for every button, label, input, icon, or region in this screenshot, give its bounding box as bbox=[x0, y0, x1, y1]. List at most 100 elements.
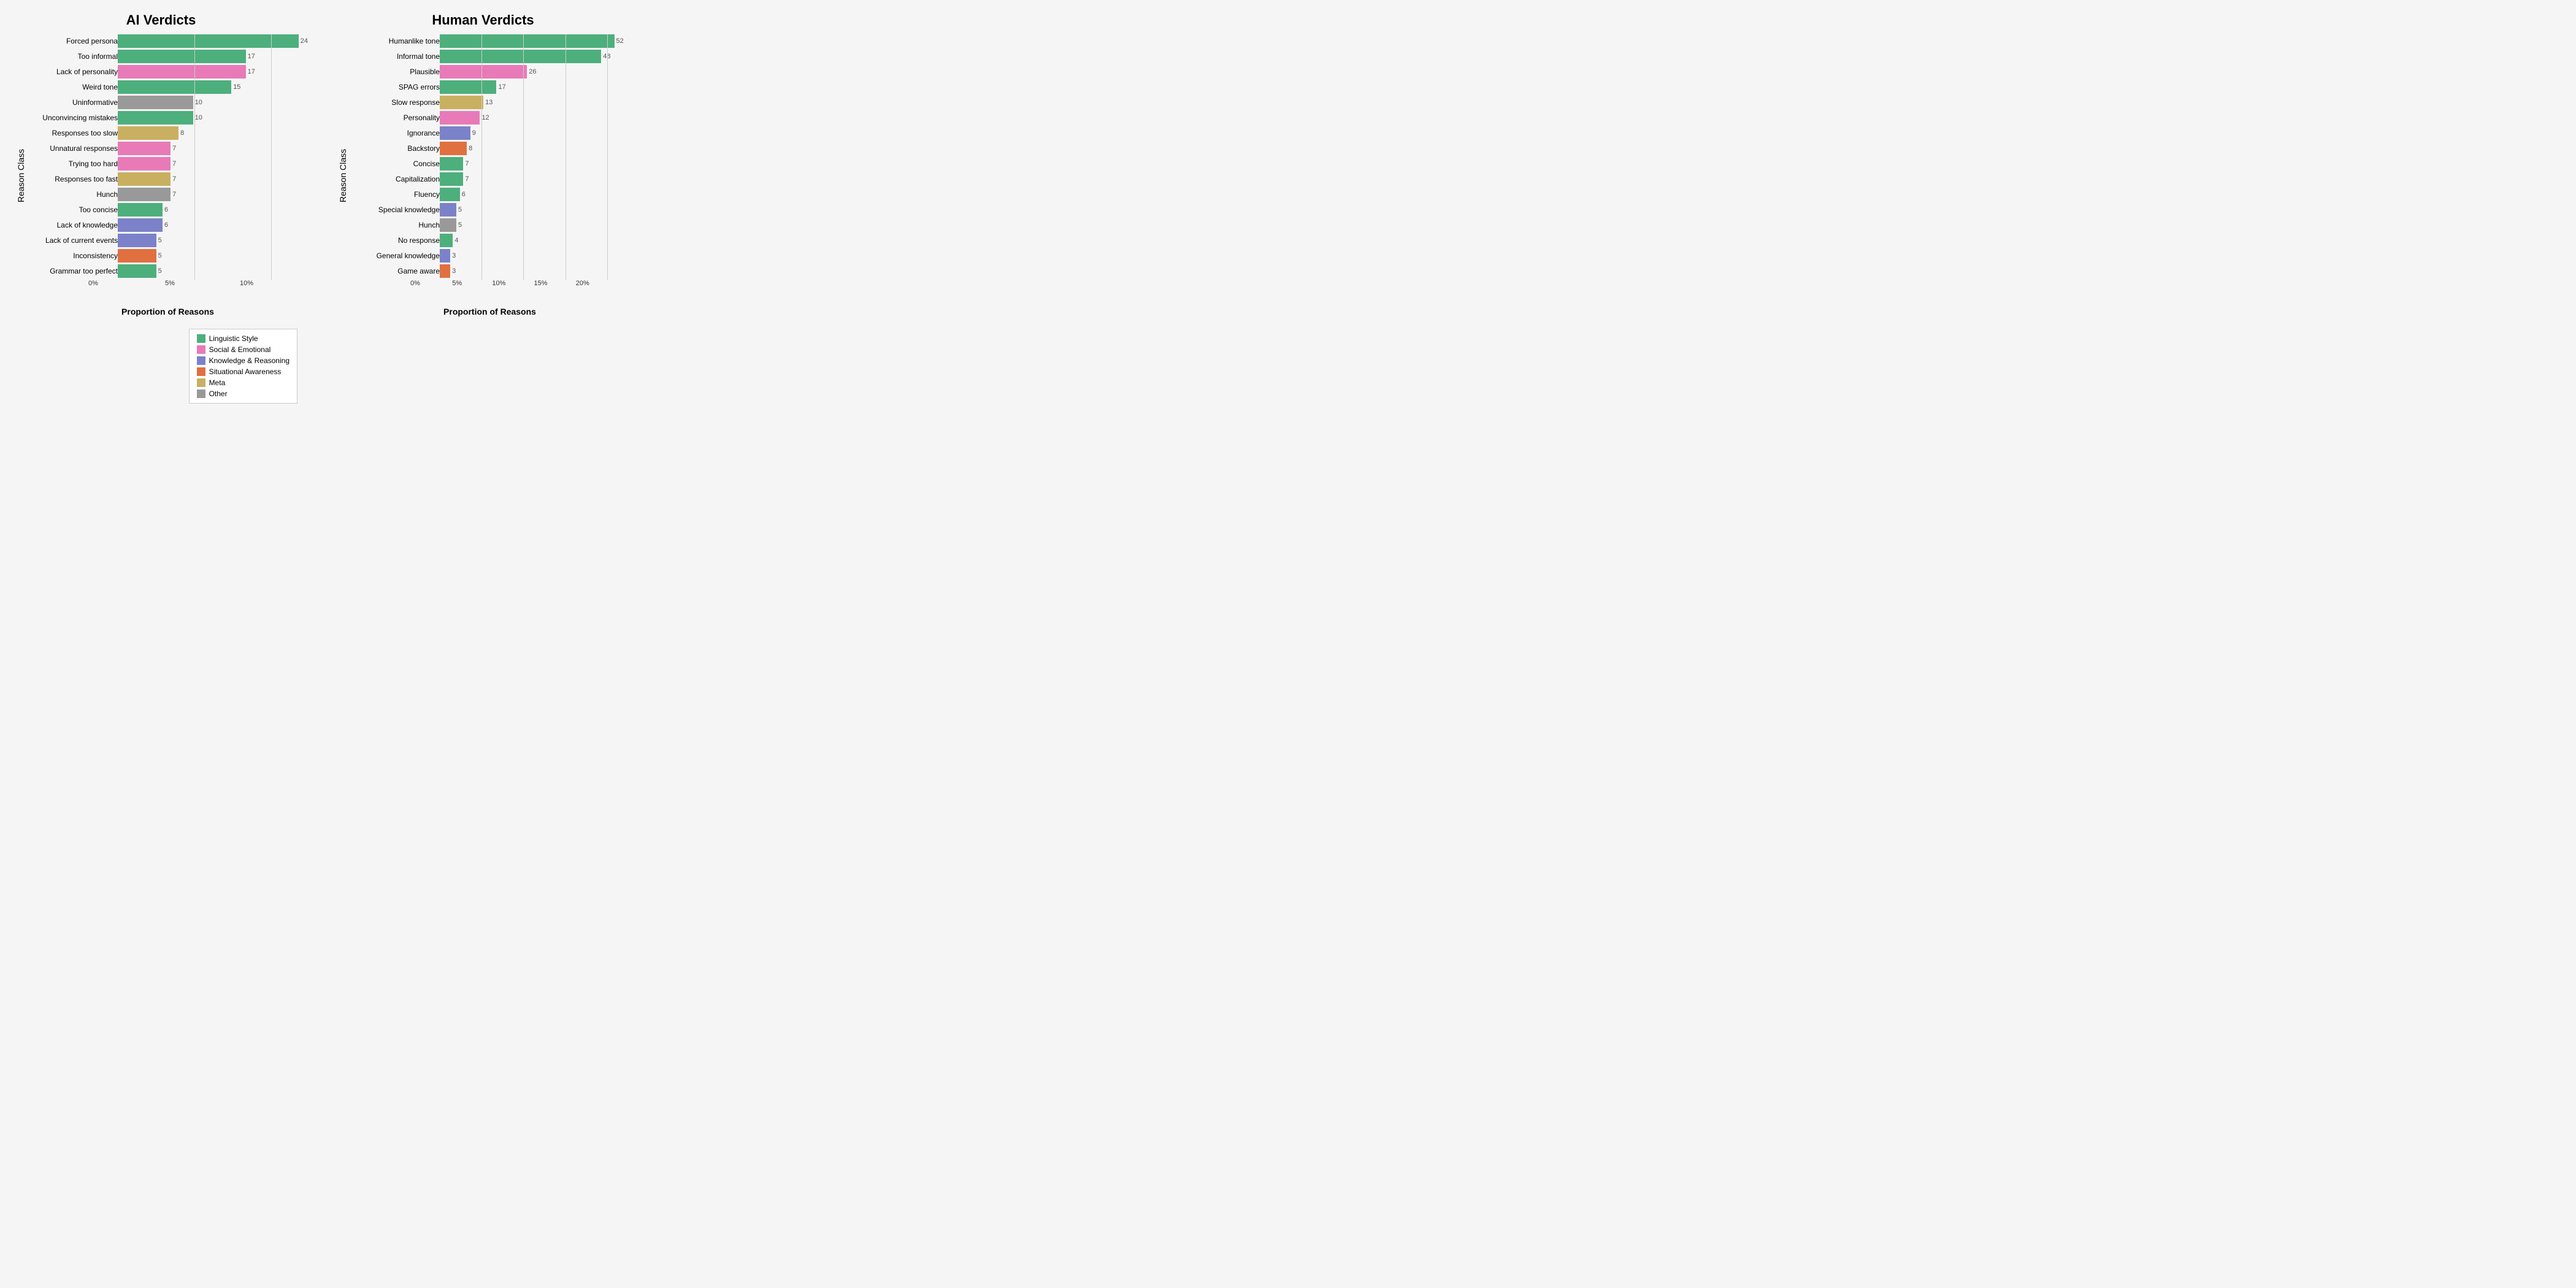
bar-row: No response4 bbox=[348, 234, 632, 247]
bar-track: 17 bbox=[440, 80, 632, 94]
bar-row: Game aware 3 bbox=[348, 264, 632, 278]
bar-value: 17 bbox=[246, 68, 255, 75]
right-chart-inner: Humanlike tone52Informal tone48Plausible… bbox=[348, 34, 632, 316]
bar-row: Forced persona24 bbox=[26, 34, 310, 48]
bar-value: 5 bbox=[156, 252, 162, 259]
bar-track: 52 bbox=[440, 34, 632, 48]
bar-label: Responses too fast bbox=[26, 175, 118, 183]
bar-track: 7 bbox=[440, 172, 632, 186]
bar-fill bbox=[118, 65, 246, 79]
bar-label: Personality bbox=[348, 113, 440, 122]
bar-track: 7 bbox=[118, 157, 310, 171]
bar-value: 15 bbox=[231, 83, 240, 91]
bar-track: 4 bbox=[440, 234, 632, 247]
bar-row: Special knowledge5 bbox=[348, 203, 632, 217]
bar-track: 12 bbox=[440, 111, 632, 125]
bar-label: Forced persona bbox=[26, 37, 118, 45]
left-chart-area: Reason Class Forced persona24Too informa… bbox=[12, 34, 310, 316]
bar-value: 7 bbox=[463, 175, 469, 183]
bar-fill bbox=[440, 203, 456, 217]
bar-value: 26 bbox=[527, 68, 536, 75]
bar-track: 5 bbox=[440, 203, 632, 217]
bar-track: 9 bbox=[440, 126, 632, 140]
bar-row: Weird tone 15 bbox=[26, 80, 310, 94]
bar-label: General knowledge bbox=[348, 251, 440, 260]
bar-label: Game aware bbox=[348, 267, 440, 275]
bar-label: Weird tone bbox=[26, 83, 118, 91]
bar-fill bbox=[440, 157, 463, 171]
bar-row: Responses too fast7 bbox=[26, 172, 310, 186]
bar-track: 8 bbox=[440, 142, 632, 155]
bar-track: 13 bbox=[440, 96, 632, 109]
bar-label: Fluency bbox=[348, 190, 440, 199]
legend-label: Situational Awareness bbox=[209, 367, 282, 376]
bar-value: 10 bbox=[193, 114, 202, 121]
bar-label: Too concise bbox=[26, 205, 118, 214]
bar-label: Too informal bbox=[26, 52, 118, 61]
bar-row: Unconvincing mistakes 10 bbox=[26, 111, 310, 125]
bar-fill bbox=[440, 34, 615, 48]
legend-swatch bbox=[197, 389, 205, 398]
legend-item: Social & Emotional bbox=[197, 345, 289, 354]
left-chart-wrapper: AI Verdicts Reason Class Forced persona2… bbox=[12, 12, 310, 404]
bar-row: Fluency 6 bbox=[348, 188, 632, 201]
legend: Linguistic StyleSocial & EmotionalKnowle… bbox=[189, 329, 297, 404]
x-tick: 0% bbox=[88, 280, 98, 287]
bar-row: Humanlike tone52 bbox=[348, 34, 632, 48]
bar-value: 5 bbox=[156, 267, 162, 275]
x-tick: 20% bbox=[576, 280, 589, 287]
bar-fill bbox=[118, 234, 156, 247]
bar-value: 7 bbox=[171, 191, 176, 198]
bar-label: Lack of personality bbox=[26, 67, 118, 76]
bar-label: SPAG errors bbox=[348, 83, 440, 91]
bar-track: 3 bbox=[440, 249, 632, 263]
bar-track: 6 bbox=[440, 188, 632, 201]
bar-value: 3 bbox=[450, 267, 456, 275]
bar-label: Lack of current events bbox=[26, 236, 118, 245]
bar-fill bbox=[440, 234, 453, 247]
bar-track: 7 bbox=[118, 142, 310, 155]
bar-track: 17 bbox=[118, 65, 310, 79]
bar-value: 7 bbox=[171, 145, 176, 152]
bar-label: Unconvincing mistakes bbox=[26, 113, 118, 122]
bar-label: No response bbox=[348, 236, 440, 245]
right-chart-title: Human Verdicts bbox=[432, 12, 534, 28]
bar-value: 7 bbox=[463, 160, 469, 167]
bar-value: 5 bbox=[456, 206, 462, 213]
bar-fill bbox=[118, 80, 231, 94]
right-x-axis: 0%5%10%15%20% bbox=[415, 280, 632, 292]
legend-swatch bbox=[197, 356, 205, 365]
right-chart-area: Reason Class Humanlike tone52Informal to… bbox=[334, 34, 632, 316]
bar-label: Unnatural responses bbox=[26, 144, 118, 153]
bar-row: Inconsistency 5 bbox=[26, 249, 310, 263]
bar-fill bbox=[440, 218, 456, 232]
x-tick: 5% bbox=[165, 280, 175, 287]
bar-label: Lack of knowledge bbox=[26, 221, 118, 229]
bar-row: Hunch5 bbox=[348, 218, 632, 232]
x-tick: 10% bbox=[492, 280, 505, 287]
bar-fill bbox=[440, 264, 450, 278]
bar-track: 24 bbox=[118, 34, 310, 48]
bar-fill bbox=[440, 96, 483, 109]
bar-label: Plausible bbox=[348, 67, 440, 76]
bar-fill bbox=[440, 50, 601, 63]
bar-track: 15 bbox=[118, 80, 310, 94]
bar-fill bbox=[118, 264, 156, 278]
bar-fill bbox=[118, 34, 299, 48]
legend-item: Situational Awareness bbox=[197, 367, 289, 376]
bar-row: Personality12 bbox=[348, 111, 632, 125]
legend-swatch bbox=[197, 345, 205, 354]
bar-track: 5 bbox=[440, 218, 632, 232]
bar-row: Trying too hard7 bbox=[26, 157, 310, 171]
bar-label: Responses too slow bbox=[26, 129, 118, 137]
bar-row: Slow response13 bbox=[348, 96, 632, 109]
bar-label: Ignorance bbox=[348, 129, 440, 137]
left-y-axis-label: Reason Class bbox=[12, 34, 26, 316]
legend-label: Linguistic Style bbox=[209, 334, 258, 343]
bar-label: Grammar too perfect bbox=[26, 267, 118, 275]
bar-label: Inconsistency bbox=[26, 251, 118, 260]
bar-track: 3 bbox=[440, 264, 632, 278]
bar-value: 6 bbox=[460, 191, 466, 198]
legend-label: Other bbox=[209, 389, 228, 398]
bar-row: Grammar too perfect 5 bbox=[26, 264, 310, 278]
